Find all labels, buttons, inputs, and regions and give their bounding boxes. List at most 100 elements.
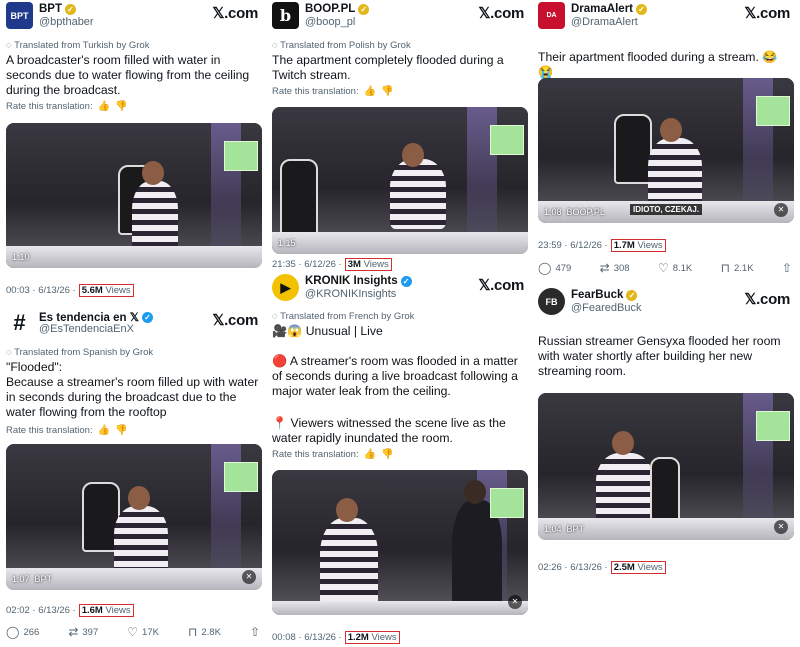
views-count[interactable]: 2.5M Views [610, 561, 666, 574]
verified-badge-icon: ✓ [65, 3, 76, 15]
stream-overlay [224, 462, 258, 492]
author-name[interactable]: DramaAlert [571, 3, 633, 15]
bpt-avatar[interactable]: BPT [6, 2, 33, 29]
hashtag-avatar[interactable]: # [6, 309, 33, 336]
thumbs-down-icon[interactable]: 👎 [381, 449, 393, 460]
thumbs-up-icon[interactable]: 👍 [98, 425, 110, 436]
share-icon: ⇧ [249, 625, 260, 639]
author-handle[interactable]: @KRONIKInsights [305, 288, 396, 300]
video-frame [6, 246, 262, 268]
thumbs-up-icon[interactable]: 👍 [364, 449, 376, 460]
tweet-card-kronik[interactable]: ▶ KRONIK Insights ✓ @KRONIKInsights 𝕏.com… [272, 272, 530, 647]
tweet-text-title: 🎥😱 Unusual | Live [272, 324, 383, 338]
author-name[interactable]: BPT [39, 3, 62, 15]
tweet-card-fearbuck[interactable]: FB FearBuck ✓ @FearedBuck 𝕏.com Russian s… [538, 286, 796, 586]
video-frame [650, 457, 680, 527]
views-count[interactable]: 1.7M Views [610, 239, 666, 252]
kronik-avatar[interactable]: ▶ [272, 274, 299, 301]
video-player[interactable]: 1:15 [272, 107, 528, 254]
author-name[interactable]: Es tendencia en 𝕏 [39, 310, 139, 324]
author-name[interactable]: BOOP.PL [305, 3, 355, 15]
video-source: BPT [566, 524, 585, 534]
post-timestamp[interactable]: 02:02 · 6/13/26 · [6, 605, 76, 616]
thumbs-down-icon[interactable]: 👎 [115, 101, 127, 112]
video-frame [614, 114, 652, 184]
author-handle[interactable]: @bpthaber [39, 16, 94, 28]
author-handle[interactable]: @EsTendenciaEnX [39, 323, 134, 335]
share-button[interactable]: ⇧ [250, 625, 260, 639]
bookmark-button[interactable]: ⊓ 2.1K [721, 261, 754, 275]
video-frame [402, 143, 424, 167]
bookmark-button[interactable]: ⊓ 2.8K [188, 625, 221, 639]
tweet-card-bpt[interactable]: BPT BPT ✓ @bpthaber 𝕏.com ◌ Translated fr… [6, 0, 264, 300]
thumbs-down-icon[interactable]: 👎 [381, 86, 393, 97]
stream-overlay [756, 96, 790, 126]
video-player[interactable]: 1:07 BPT ✕ [6, 444, 262, 590]
video-frame [142, 161, 164, 185]
x-logo: 𝕏.com [478, 5, 524, 22]
share-button[interactable]: ⇧ [782, 261, 792, 275]
video-player[interactable]: ✕ [272, 470, 528, 615]
tweet-card-dramaalert[interactable]: DA DramaAlert ✓ @DramaAlert 𝕏.com Their a… [538, 0, 796, 282]
reply-button[interactable]: ◯ 479 [538, 261, 571, 275]
repost-button[interactable]: ⇄ 397 [68, 625, 98, 639]
post-timestamp[interactable]: 21:35 · 6/12/26 · [272, 259, 342, 270]
author-name[interactable]: KRONIK Insights [305, 275, 398, 287]
like-button[interactable]: ♡ 17K [127, 625, 159, 639]
x-logo: 𝕏.com [212, 5, 258, 22]
mute-icon[interactable]: ✕ [774, 520, 788, 534]
video-player[interactable]: 1:08 BOOP.PL IDIOTO, CZEKAJ. ✕ [538, 78, 794, 223]
video-player[interactable]: 1:10 [6, 123, 262, 268]
heart-icon: ♡ [127, 625, 139, 639]
thumbs-up-icon[interactable]: 👍 [364, 86, 376, 97]
video-frame [612, 431, 634, 455]
thumbs-up-icon[interactable]: 👍 [98, 101, 110, 112]
author-name[interactable]: FearBuck [571, 289, 623, 301]
mute-icon[interactable]: ✕ [508, 595, 522, 609]
author-handle[interactable]: @FearedBuck [571, 302, 641, 314]
stream-overlay [224, 141, 258, 171]
verified-badge-icon: ✓ [142, 311, 154, 323]
globe-icon: ◌ [6, 347, 15, 358]
views-count[interactable]: 3M Views [344, 258, 392, 271]
video-frame [336, 498, 358, 522]
views-count[interactable]: 1.2M Views [344, 631, 400, 644]
post-timestamp[interactable]: 02:26 · 6/13/26 · [538, 562, 608, 573]
stream-overlay [490, 125, 524, 155]
views-count[interactable]: 5.6M Views [78, 284, 134, 297]
tweet-card-estendencia[interactable]: # Es tendencia en 𝕏 ✓ @EsTendenciaEnX 𝕏.c… [6, 307, 264, 647]
stream-overlay [756, 411, 790, 441]
views-count[interactable]: 1.6M Views [78, 604, 134, 617]
globe-icon: ◌ [6, 40, 15, 51]
translated-label: Translated from Polish by Grok [280, 40, 411, 51]
thumbs-down-icon[interactable]: 👎 [115, 425, 127, 436]
tweet-card-boop[interactable]: b BOOP.PL ✓ @boop_pl 𝕏.com ◌ Translated f… [272, 0, 530, 272]
author-handle[interactable]: @boop_pl [305, 16, 355, 28]
boop-avatar[interactable]: b [272, 2, 299, 29]
x-logo: 𝕏.com [744, 5, 790, 22]
tweet-text: 🔴 A streamer's room was flooded in a mat… [272, 354, 518, 398]
repost-button[interactable]: ⇄ 308 [600, 261, 630, 275]
video-frame [596, 453, 654, 523]
mute-icon[interactable]: ✕ [242, 570, 256, 584]
rate-translation-label: Rate this translation: [6, 101, 93, 112]
video-player[interactable]: 1:04 BPT ✕ [538, 393, 794, 540]
video-frame [280, 159, 318, 239]
like-button[interactable]: ♡ 8.1K [658, 261, 692, 275]
repost-icon: ⇄ [68, 625, 79, 639]
fearbuck-avatar[interactable]: FB [538, 288, 565, 315]
mute-icon[interactable]: ✕ [774, 203, 788, 217]
globe-icon: ◌ [272, 311, 281, 322]
reply-button[interactable]: ◯ 266 [6, 625, 39, 639]
author-handle[interactable]: @DramaAlert [571, 16, 638, 28]
post-timestamp[interactable]: 00:03 · 6/13/26 · [6, 285, 76, 296]
video-frame [272, 601, 528, 615]
post-timestamp[interactable]: 00:08 · 6/13/26 · [272, 632, 342, 643]
reply-icon: ◯ [6, 625, 20, 639]
reply-icon: ◯ [538, 261, 552, 275]
dramaalert-avatar[interactable]: DA [538, 2, 565, 29]
video-duration: 1:15 [278, 238, 296, 248]
tweet-text: Their apartment flooded during a stream.… [538, 50, 778, 79]
post-timestamp[interactable]: 23:59 · 6/12/26 · [538, 240, 608, 251]
video-frame [660, 118, 682, 142]
